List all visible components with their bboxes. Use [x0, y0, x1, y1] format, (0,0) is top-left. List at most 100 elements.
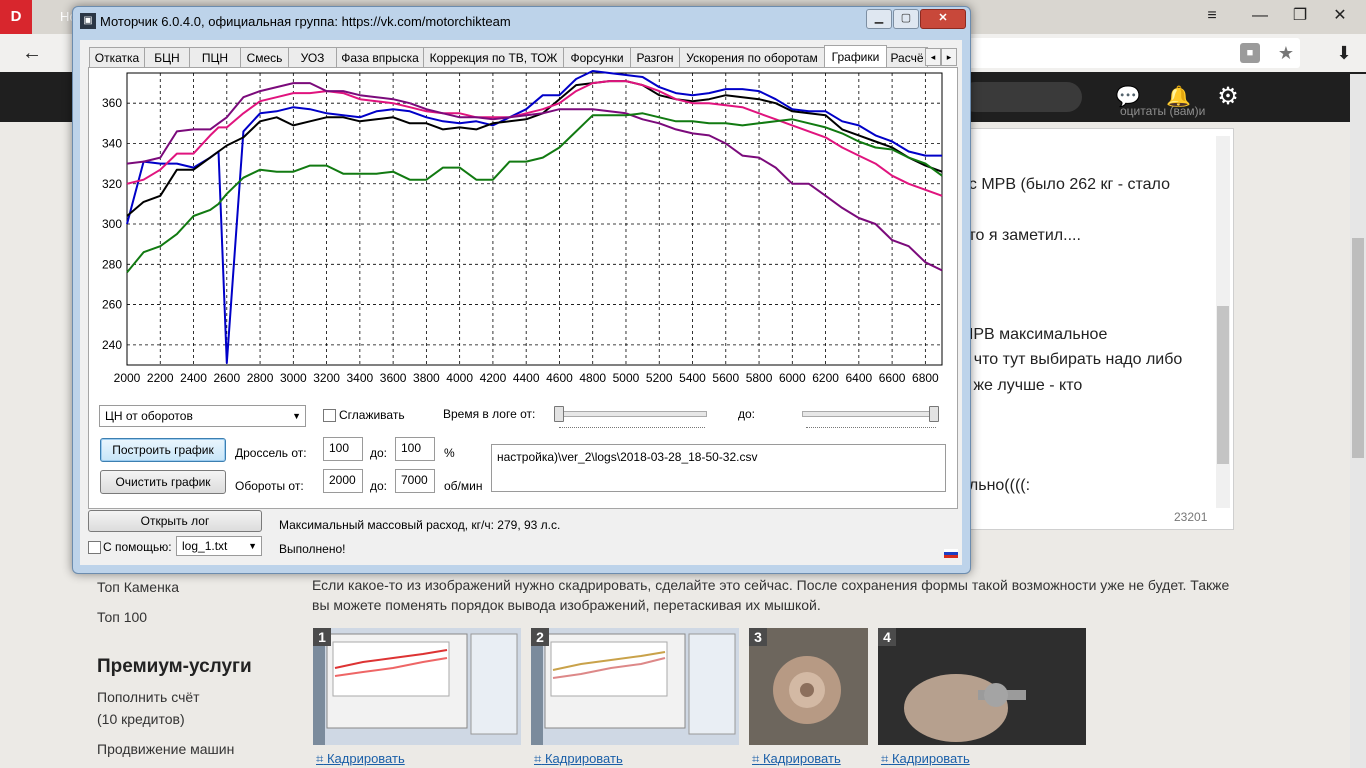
hamburger-icon[interactable]: ≡: [1200, 6, 1224, 26]
x-tick-label: 6200: [812, 371, 839, 385]
app-icon[interactable]: ▣: [80, 13, 96, 29]
thumbnail-number: 2: [531, 628, 549, 646]
crop-link-label: Кадрировать: [762, 751, 841, 766]
log-path-textbox[interactable]: настройка)\ver_2\logs\2018-03-28_18-50-3…: [491, 444, 946, 492]
editor-line: л что тут выбирать надо либо: [960, 351, 1183, 368]
tab-pcn[interactable]: ПЦН: [189, 47, 241, 68]
y-tick-label: 340: [102, 136, 122, 150]
with-help-checkbox[interactable]: [88, 541, 101, 554]
build-graph-button[interactable]: Построить график: [100, 438, 226, 462]
back-arrow-icon[interactable]: ←: [18, 42, 46, 64]
close-window-button[interactable]: ✕: [1328, 6, 1352, 26]
crop-icon: ⌗: [316, 751, 324, 766]
settings-gear-icon[interactable]: ⚙: [1214, 82, 1242, 110]
throttle-unit: %: [444, 446, 455, 460]
sidebar-link-topup[interactable]: Пополнить счёт: [97, 689, 200, 705]
tab-otkatka[interactable]: Откатка: [89, 47, 145, 68]
graph-type-select[interactable]: ЦН от оборотов ▼: [99, 405, 306, 427]
thumbnail-screenshot-image: [313, 628, 521, 745]
sidebar-link-top-kamenka[interactable]: Топ Каменка: [97, 579, 179, 595]
rpm-to-input[interactable]: 7000: [395, 469, 435, 493]
x-tick-label: 2000: [114, 371, 141, 385]
sidebar-link-top100[interactable]: Топ 100: [97, 609, 147, 625]
star-bookmark-icon[interactable]: ★: [1276, 42, 1296, 64]
tab-calc[interactable]: Расчё: [886, 47, 928, 68]
app-minimize-button[interactable]: ▁: [866, 9, 892, 29]
crop-link[interactable]: ⌗ Кадрировать: [316, 751, 405, 767]
site-search-input[interactable]: [960, 82, 1082, 112]
x-tick-label: 4400: [513, 371, 540, 385]
russian-flag-icon[interactable]: [944, 549, 958, 558]
x-tick-label: 2200: [147, 371, 174, 385]
open-log-button[interactable]: Открыть лог: [88, 510, 262, 532]
y-tick-label: 360: [102, 96, 122, 110]
x-tick-label: 4000: [446, 371, 473, 385]
editor-line: ос МРВ (было 262 кг - стало: [960, 176, 1170, 193]
x-tick-label: 5600: [712, 371, 739, 385]
editor-scrollbar-thumb[interactable]: [1217, 306, 1229, 464]
tab-uoz[interactable]: УОЗ: [288, 47, 337, 68]
log-source-select[interactable]: log_1.txt ▼: [176, 536, 262, 556]
app-close-button[interactable]: ✕: [920, 9, 966, 29]
crop-link[interactable]: ⌗ Кадрировать: [752, 751, 841, 767]
app-maximize-button[interactable]: ▢: [893, 9, 919, 29]
x-tick-label: 6800: [912, 371, 939, 385]
crop-icon: ⌗: [881, 751, 889, 766]
sidebar-link-promo[interactable]: Продвижение машин: [97, 741, 234, 757]
site-logo-icon[interactable]: D: [0, 0, 32, 34]
x-tick-label: 6600: [879, 371, 906, 385]
tab-mixture[interactable]: Смесь: [240, 47, 289, 68]
crop-icon: ⌗: [752, 751, 760, 766]
line-chart: 240 260 280 300 320 340 360 2000 2200 2400 2600 280…: [102, 70, 943, 385]
crop-link[interactable]: ⌗ Кадрировать: [534, 751, 623, 767]
throttle-label: Дроссель от:: [235, 446, 307, 460]
crop-link-label: Кадрировать: [326, 751, 405, 766]
lock-icon[interactable]: ■: [1240, 43, 1260, 63]
tab-correction[interactable]: Коррекция по ТВ, ТОЖ: [423, 47, 564, 68]
restore-window-button[interactable]: ❐: [1288, 6, 1312, 26]
throttle-from-input[interactable]: 100: [323, 437, 363, 461]
app-title: Моторчик 6.0.4.0, официальная группа: ht…: [100, 14, 511, 29]
tab-acceleration[interactable]: Разгон: [630, 47, 680, 68]
x-tick-label: 2800: [247, 371, 274, 385]
x-tick-label: 4600: [546, 371, 573, 385]
image-thumbnail[interactable]: 3: [749, 628, 868, 745]
crop-icon: ⌗: [534, 751, 542, 766]
time-to-label: до:: [738, 407, 756, 421]
smooth-label: Сглаживать: [339, 408, 405, 422]
rpm-unit: об/мин: [444, 479, 483, 493]
time-from-slider-thumb[interactable]: [554, 406, 564, 422]
rpm-from-input[interactable]: 2000: [323, 469, 363, 493]
time-to-slider[interactable]: [802, 411, 938, 417]
image-thumbnail[interactable]: 1: [313, 628, 521, 745]
image-thumbnail[interactable]: 4: [878, 628, 1086, 745]
tab-rpm-acceleration[interactable]: Ускорения по оборотам: [679, 47, 825, 68]
x-tick-label: 3600: [380, 371, 407, 385]
image-thumbnail[interactable]: 2: [531, 628, 739, 745]
minimize-window-button[interactable]: —: [1248, 6, 1272, 26]
y-tick-label: 300: [102, 217, 122, 231]
time-from-slider[interactable]: [557, 411, 707, 417]
page-scrollbar-thumb[interactable]: [1352, 238, 1364, 458]
throttle-to-label: до:: [370, 446, 388, 460]
tab-injection-phase[interactable]: Фаза впрыска: [336, 47, 424, 68]
tab-graphs[interactable]: Графики: [824, 45, 887, 68]
slider-ticks: [559, 424, 705, 428]
smooth-checkbox[interactable]: [323, 409, 336, 422]
chevron-down-icon: ▼: [292, 411, 301, 421]
tab-bcn[interactable]: БЦН: [144, 47, 190, 68]
x-tick-label: 3800: [413, 371, 440, 385]
time-to-slider-thumb[interactable]: [929, 406, 939, 422]
throttle-to-input[interactable]: 100: [395, 437, 435, 461]
clear-graph-button[interactable]: Очистить график: [100, 470, 226, 494]
download-icon[interactable]: ⬇: [1334, 42, 1354, 64]
x-tick-label: 6400: [845, 371, 872, 385]
max-flow-text: Максимальный массовый расход, кг/ч: 279,…: [279, 518, 561, 532]
crop-link[interactable]: ⌗ Кадрировать: [881, 751, 970, 767]
tab-injectors[interactable]: Форсунки: [563, 47, 631, 68]
x-tick-label: 2400: [180, 371, 207, 385]
chevron-down-icon: ▼: [248, 541, 257, 551]
tab-scroll-left-icon[interactable]: ◂: [925, 48, 941, 66]
crop-link-label: Кадрировать: [891, 751, 970, 766]
tab-scroll-right-icon[interactable]: ▸: [941, 48, 957, 66]
